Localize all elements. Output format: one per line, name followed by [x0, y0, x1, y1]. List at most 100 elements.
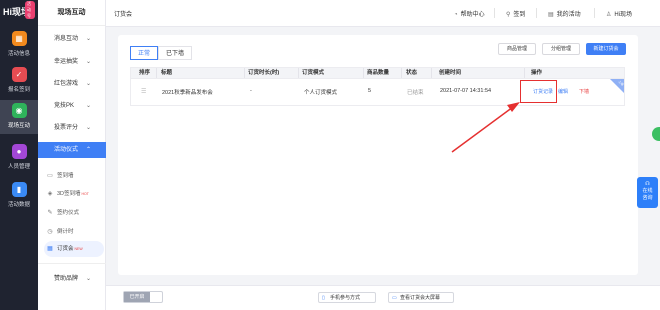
drag-handle-icon[interactable]: ☰ [141, 88, 146, 95]
sub-label: 签约仪式 [57, 210, 80, 216]
user-menu[interactable]: ♙ Hi现场 [606, 9, 632, 18]
sidebar-group-message[interactable]: 消息互动 ⌄ [38, 31, 106, 47]
monitor-icon: ▭ [47, 173, 53, 179]
logo-badge: 活动号 [25, 1, 35, 19]
sub-label: 倒计时 [57, 229, 74, 235]
mobile-join-label: 手机参与方式 [330, 295, 361, 301]
enable-toggle[interactable]: 已开启 [123, 291, 163, 303]
th-status: 状态 [406, 70, 418, 76]
group-label: 投票评分 [54, 125, 79, 131]
sub-label: 3D签到墙 [57, 191, 81, 197]
cell-mode: 个人订货模式 [304, 90, 338, 96]
calendar-icon: ▦ [11, 31, 27, 46]
group-label: 红包游戏 [54, 81, 79, 87]
secondary-sidebar: 现场互动 消息互动 ⌄ 幸运抽奖 ⌄ 红包游戏 ⌄ 竞技PK ⌄ 投票评分 ⌄ 活动仪式 ⌃… [38, 0, 106, 310]
rail-item-interaction[interactable]: ◉ 现场互动 [0, 100, 38, 134]
chevron-down-icon: ⌄ [86, 103, 92, 109]
main-panel: 正常 已下墙 商品管理 分组管理 新建订货会 排序 标题 订货时长(时) 订货模… [118, 35, 638, 275]
rail-item-signup[interactable]: ✓ 报名签到 [0, 64, 38, 98]
th-count: 商品数量 [367, 70, 390, 76]
my-events-link[interactable]: ▤ 我的活动 [548, 9, 581, 18]
people-icon: ● [11, 144, 27, 159]
location-icon: ⚲ [506, 12, 511, 18]
sidebar-group-lottery[interactable]: 幸运抽奖 ⌄ [38, 54, 106, 70]
chevron-down-icon: ⌄ [86, 81, 92, 87]
edit-link[interactable]: 编辑 [558, 88, 568, 95]
floating-side-tab[interactable] [652, 127, 660, 141]
chevron-down-icon: ⌄ [86, 36, 92, 42]
cell-duration: - [250, 88, 252, 94]
sidebar-item-3d-signwall[interactable]: ◈ 3D签到墙HOT [44, 186, 104, 202]
group-management-button[interactable]: 分组管理 [542, 43, 580, 55]
cell-count: 5 [368, 88, 372, 94]
group-label: 活动仪式 [54, 147, 79, 153]
divider [431, 68, 432, 78]
create-order-fair-button[interactable]: 新建订货会 [586, 43, 626, 55]
sidebar-item-countdown[interactable]: ◷ 倒计时 [44, 224, 104, 240]
sidebar-group-vote[interactable]: 投票评分 ⌄ [38, 120, 106, 136]
divider [494, 8, 495, 18]
signin-link[interactable]: ⚲ 签到 [506, 9, 525, 18]
sidebar-item-signwall[interactable]: ▭ 签到墙 [44, 168, 104, 184]
th-mode: 订货模式 [302, 70, 325, 76]
brand-logo[interactable]: Hi现场 活动号 [3, 1, 35, 19]
group-label: 竞技PK [54, 103, 75, 109]
top-header: 订货会 ◔ 帮助中心 ⚲ 签到 ▤ 我的活动 ♙ Hi现场 [106, 0, 660, 27]
chevron-up-icon: ⌃ [86, 147, 92, 153]
mobile-join-button[interactable]: ▯ 手机参与方式 [318, 292, 376, 303]
rail-label: 活动数据 [7, 202, 30, 208]
sidebar-group-redpacket[interactable]: 红包游戏 ⌄ [38, 76, 106, 92]
toggle-label: 已开启 [124, 292, 150, 302]
help-label: 帮助中心 [460, 12, 485, 18]
hot-tag: HOT [81, 192, 89, 196]
rail-label: 报名签到 [7, 87, 30, 93]
divider [401, 68, 402, 78]
rail-item-people[interactable]: ● 人员管理 [0, 141, 38, 175]
signin-label: 签到 [513, 12, 526, 18]
th-actions: 操作 [531, 70, 543, 76]
rail-item-event-info[interactable]: ▦ 活动信息 [0, 28, 38, 62]
sub-label: 签到墙 [57, 173, 74, 179]
pen-icon: ✎ [47, 210, 53, 216]
interaction-icon: ◉ [11, 103, 27, 118]
divider [156, 68, 157, 78]
group-label: 赞助品牌 [54, 276, 79, 282]
help-icon: ◔ [454, 12, 458, 18]
view-big-screen-button[interactable]: ▭ 查看订货会大屏幕 [388, 292, 454, 303]
remove-from-wall-link[interactable]: 下墙 [579, 88, 589, 95]
chevron-down-icon: ⌄ [86, 59, 92, 65]
annotation-arrow [451, 102, 520, 153]
th-sort: 排序 [139, 70, 151, 76]
rail-label: 活动信息 [7, 51, 30, 57]
app-rail: Hi现场 活动号 ▦ 活动信息 ✓ 报名签到 ◉ 现场互动 ● 人员管理 ▮ 活… [0, 0, 38, 310]
sidebar-group-pk[interactable]: 竞技PK ⌄ [38, 98, 106, 114]
tab-off-wall[interactable]: 已下墙 [158, 46, 193, 60]
goods-management-button[interactable]: 商品管理 [498, 43, 536, 55]
online-consult-button[interactable]: ☊ 在线 咨询 [637, 177, 658, 208]
rail-label: 现场互动 [7, 123, 30, 129]
divider [244, 68, 245, 78]
sidebar-divider [38, 263, 106, 264]
cell-title: 2021秋季新品发布会 [162, 90, 213, 96]
tab-normal[interactable]: 正常 [130, 46, 159, 60]
sidebar-item-signing[interactable]: ✎ 签约仪式 [44, 205, 104, 221]
table-header: 排序 标题 订货时长(时) 订货模式 商品数量 状态 创建时间 操作 [130, 67, 625, 79]
user-name: Hi现场 [614, 12, 633, 18]
sub-label: 订货会 [57, 246, 74, 252]
rail-item-data[interactable]: ▮ 活动数据 [0, 179, 38, 213]
sidebar-title: 现场互动 [38, 0, 105, 26]
group-label: 幸运抽奖 [54, 59, 79, 65]
divider [524, 68, 525, 78]
breadcrumb: 订货会 [114, 12, 133, 18]
new-tag: NEW [74, 247, 83, 251]
consult-line-1: 在线 [642, 188, 653, 194]
sidebar-group-sponsor[interactable]: 赞助品牌 ⌄ [38, 271, 106, 287]
rail-label: 人员管理 [7, 164, 30, 170]
sidebar-item-order-fair[interactable]: ▦ 订货会NEW [44, 241, 104, 257]
divider [536, 8, 537, 18]
sidebar-group-ceremony[interactable]: 活动仪式 ⌃ [38, 142, 106, 158]
help-center-link[interactable]: ◔ 帮助中心 [454, 9, 485, 18]
bottom-bar: 已开启 ▯ 手机参与方式 ▭ 查看订货会大屏幕 [106, 285, 660, 310]
screen-icon: ▭ [392, 295, 397, 301]
divider [594, 8, 595, 18]
